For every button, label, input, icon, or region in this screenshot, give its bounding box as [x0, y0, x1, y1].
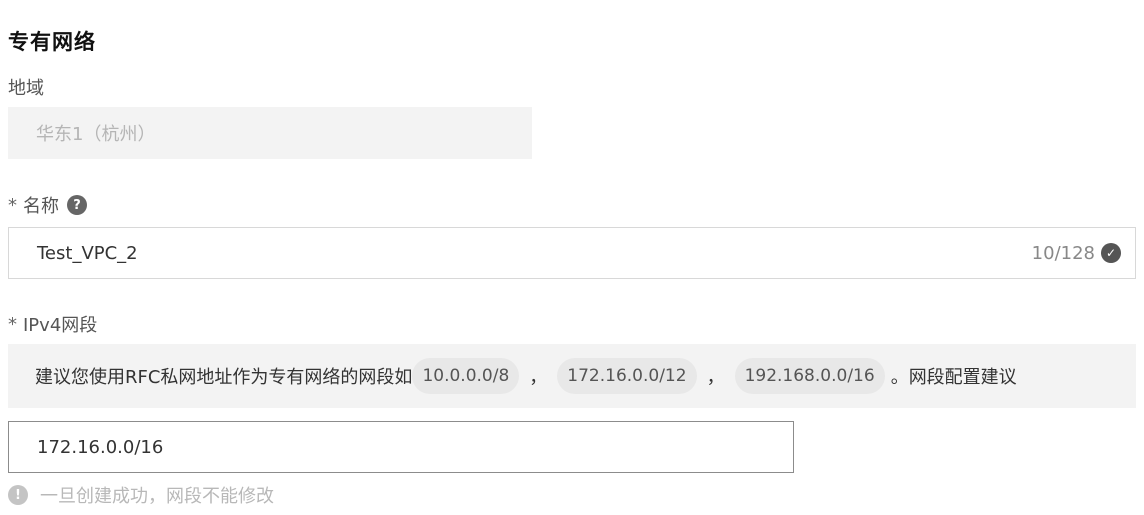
name-input-value: Test_VPC_2 [37, 242, 138, 264]
ipv4-label: * IPv4网段 [8, 311, 97, 337]
cidr-option-chip[interactable]: 172.16.0.0/12 [557, 358, 697, 394]
warning-text: 一旦创建成功，网段不能修改 [40, 486, 274, 507]
tip-end: 。 [890, 367, 909, 388]
name-label: * 名称 ? [8, 192, 87, 218]
required-mark: * [8, 313, 17, 335]
cidr-config-advice-link[interactable]: 网段配置建议 [909, 363, 1017, 389]
region-field: 华东1（杭州） [8, 107, 532, 159]
name-char-counter: 10/128 ✓ [1032, 243, 1121, 264]
name-label-text: 名称 [23, 196, 59, 217]
cidr-option-chip[interactable]: 192.168.0.0/16 [734, 358, 885, 394]
separator: ， [706, 367, 725, 388]
page-title: 专有网络 [8, 30, 96, 54]
separator: ， [529, 367, 548, 388]
cidr-option-chip[interactable]: 10.0.0.0/8 [412, 358, 520, 394]
cidr-warning: ! 一旦创建成功，网段不能修改 [8, 482, 274, 508]
region-label: 地域 [8, 74, 44, 100]
char-count: 10/128 [1031, 242, 1095, 264]
region-value: 华东1（杭州） [36, 124, 156, 145]
ipv4-label-text: IPv4网段 [23, 315, 98, 336]
required-mark: * [8, 194, 17, 216]
ipv4-cidr-value: 172.16.0.0/16 [37, 436, 164, 458]
region-label-text: 地域 [8, 78, 44, 99]
cidr-suggestion-tip: 建议您使用RFC私网地址作为专有网络的网段如 10.0.0.0/8 ， 172.… [8, 344, 1136, 408]
exclamation-circle-icon: ! [8, 485, 28, 505]
check-icon: ✓ [1101, 243, 1121, 263]
name-input[interactable]: Test_VPC_2 10/128 ✓ [8, 227, 1136, 279]
ipv4-cidr-input[interactable]: 172.16.0.0/16 [8, 421, 794, 473]
tip-prefix: 建议您使用RFC私网地址作为专有网络的网段如 [35, 367, 413, 388]
help-icon[interactable]: ? [67, 195, 87, 215]
